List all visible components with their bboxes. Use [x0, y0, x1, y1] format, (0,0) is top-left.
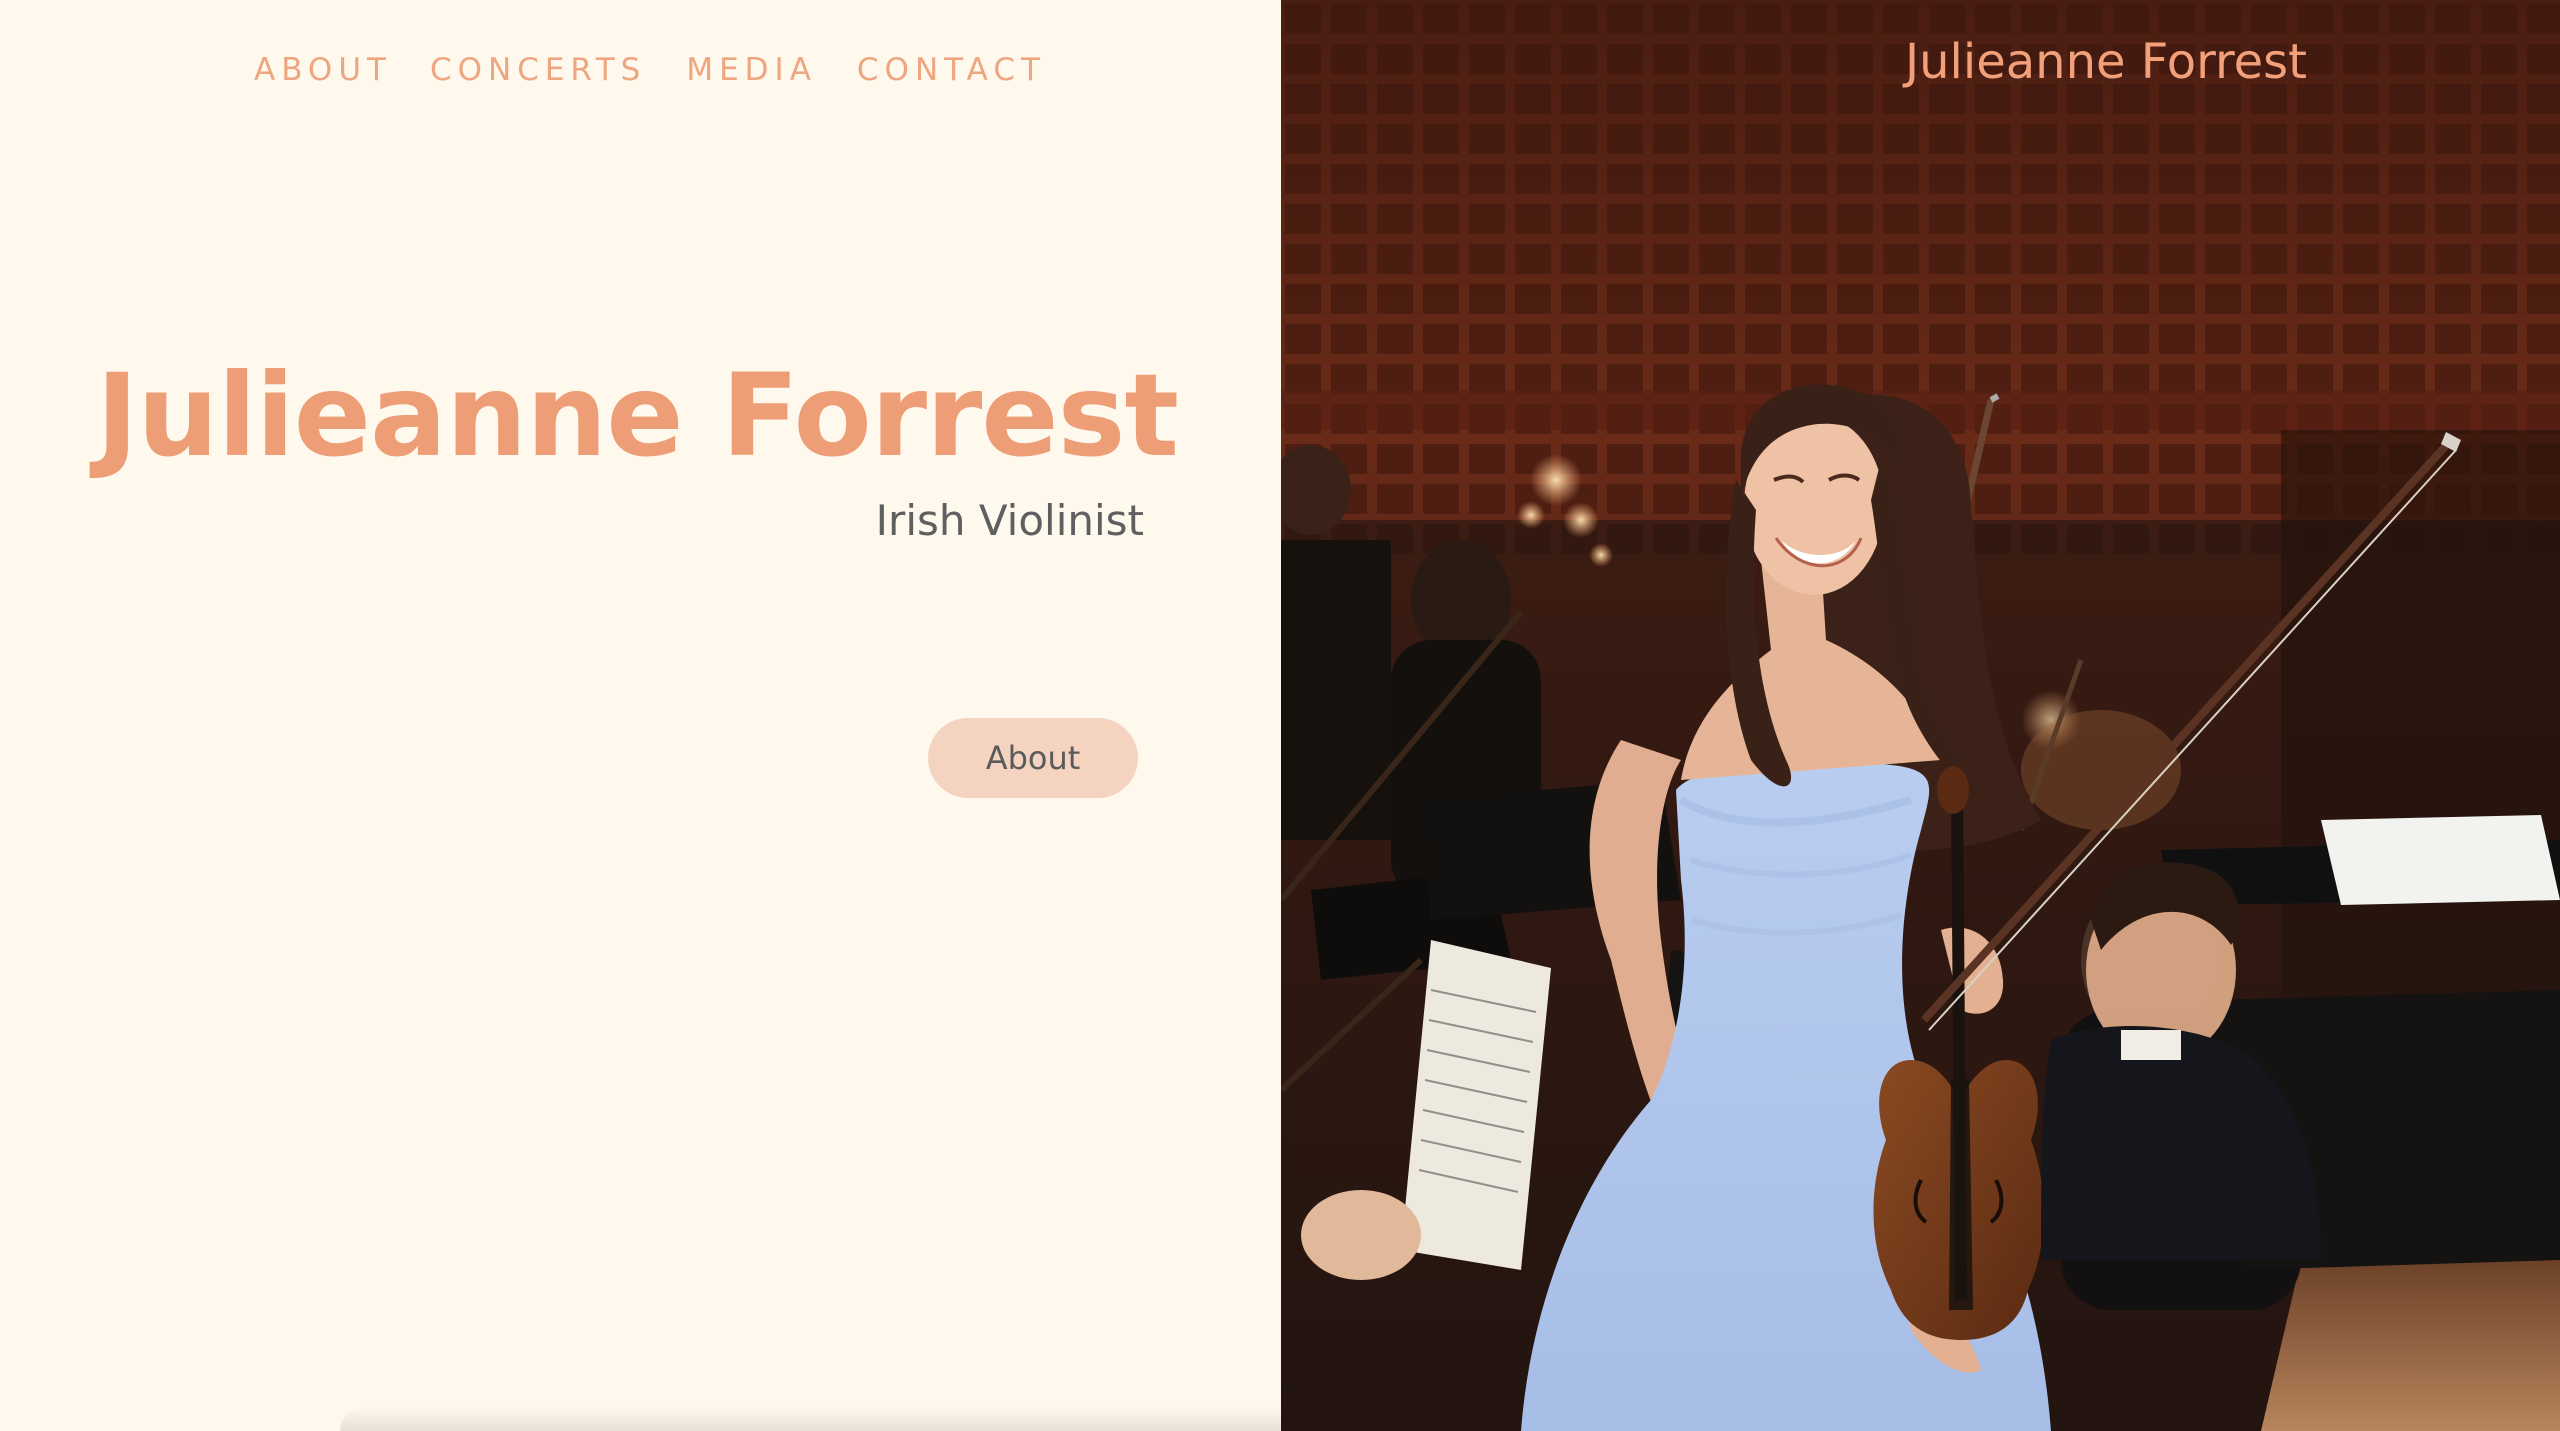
nav-contact-link[interactable]: CONTACT [857, 52, 1046, 88]
violinist-concert-photo [1281, 0, 2560, 1431]
nav-concerts-link[interactable]: CONCERTS [430, 52, 646, 88]
site-brand-link[interactable]: Julieanne Forrest [1905, 34, 2307, 90]
nav-about-link[interactable]: ABOUT [254, 52, 392, 88]
hero-title: Julieanne Forrest [96, 349, 1179, 482]
nav-media-link[interactable]: MEDIA [686, 52, 817, 88]
scroll-shadow [340, 1407, 1281, 1431]
main-nav: ABOUT CONCERTS MEDIA CONTACT [254, 52, 1046, 88]
page: ABOUT CONCERTS MEDIA CONTACT Julieanne F… [0, 0, 2560, 1431]
hero-photo: Julieanne Forrest [1281, 0, 2560, 1431]
hero-subtitle: Irish Violinist [875, 496, 1144, 545]
hero-text-panel: ABOUT CONCERTS MEDIA CONTACT Julieanne F… [0, 0, 1281, 1431]
about-button[interactable]: About [928, 718, 1138, 798]
